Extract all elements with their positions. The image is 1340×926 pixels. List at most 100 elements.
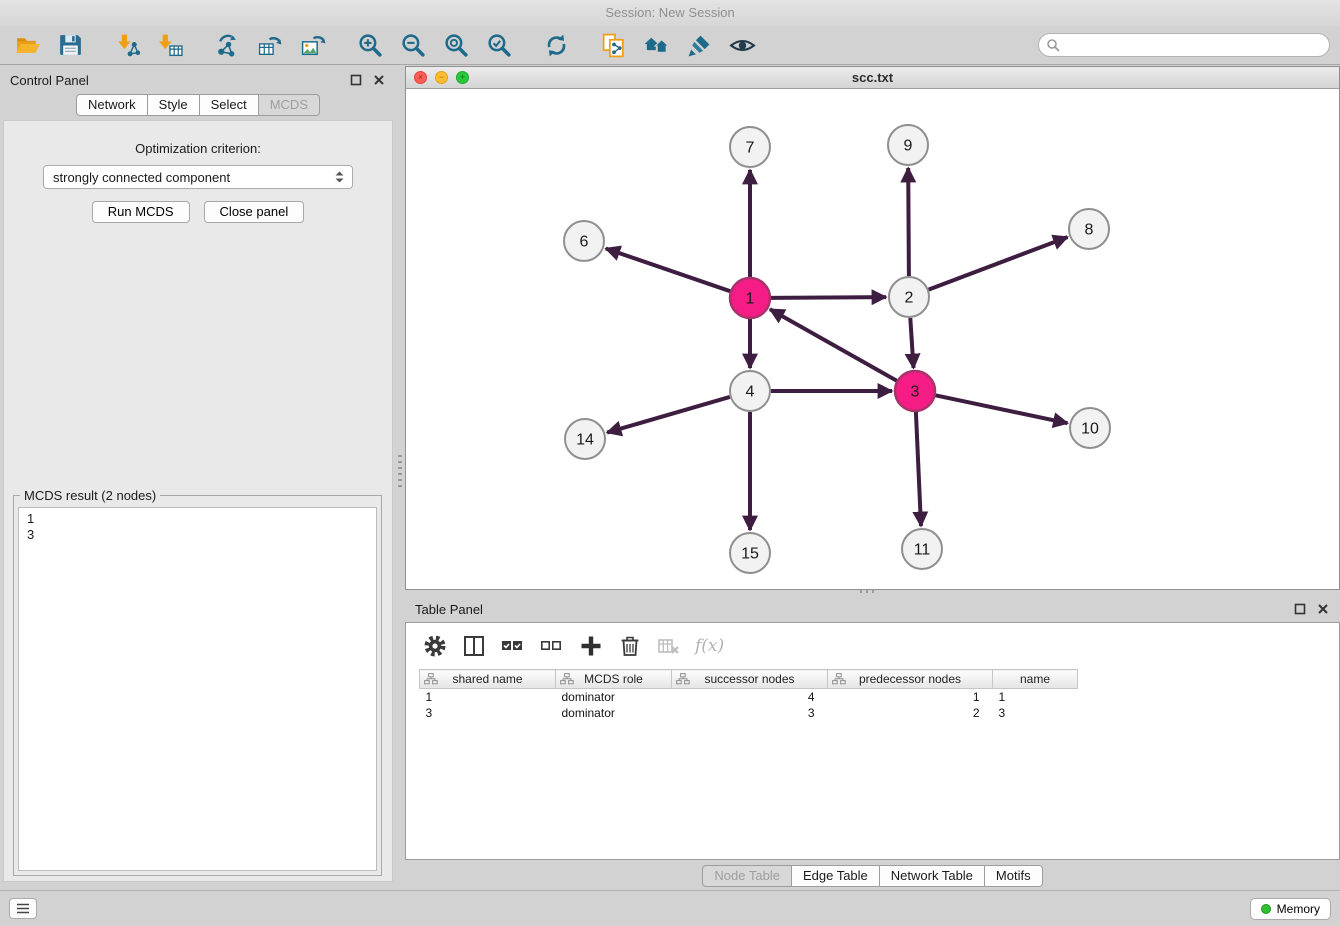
delete-column-button[interactable] bbox=[617, 633, 643, 659]
edge-4-14[interactable] bbox=[607, 397, 730, 433]
table-cell[interactable]: dominator bbox=[556, 689, 672, 705]
table-settings-button[interactable] bbox=[422, 633, 448, 659]
node-11[interactable]: 11 bbox=[902, 529, 942, 569]
edges-layer bbox=[606, 168, 1068, 530]
empty-checkboxes-icon bbox=[539, 633, 565, 659]
first-neighbors-button[interactable] bbox=[639, 29, 673, 61]
network-view-window: × − + scc.txt 7 9 6 8 1 2 4 3 14 10 15 11 bbox=[405, 66, 1340, 590]
export-image-button[interactable] bbox=[296, 29, 330, 61]
create-column-button[interactable] bbox=[578, 633, 604, 659]
zoom-in-button[interactable] bbox=[353, 29, 387, 61]
table-panel-body: f(x) shared name bbox=[405, 622, 1340, 860]
toolbar-search bbox=[1038, 33, 1330, 57]
edge-2-8[interactable] bbox=[929, 237, 1068, 290]
edge-3-11[interactable] bbox=[916, 412, 921, 526]
open-session-button[interactable] bbox=[10, 29, 44, 61]
float-table-panel-button[interactable] bbox=[1293, 602, 1307, 616]
node-10[interactable]: 10 bbox=[1070, 408, 1110, 448]
table-cell[interactable]: 1 bbox=[993, 689, 1078, 705]
column-header-name[interactable]: name bbox=[993, 670, 1078, 689]
table-cell[interactable]: 3 bbox=[993, 705, 1078, 721]
table-row[interactable]: 3 dominator 3 2 3 bbox=[420, 705, 1078, 721]
edge-3-10[interactable] bbox=[936, 395, 1068, 423]
table-cell[interactable]: 3 bbox=[420, 705, 556, 721]
network-canvas[interactable]: 7 9 6 8 1 2 4 3 14 10 15 11 bbox=[406, 89, 1339, 589]
node-1[interactable]: 1 bbox=[730, 278, 770, 318]
float-panel-button[interactable] bbox=[349, 73, 363, 87]
table-panel-tabs: Node Table Edge Table Network Table Moti… bbox=[405, 864, 1340, 888]
zoom-selected-button[interactable] bbox=[482, 29, 516, 61]
node-label-6: 6 bbox=[580, 234, 589, 251]
tab-network-table[interactable]: Network Table bbox=[880, 865, 985, 887]
close-panel-button[interactable] bbox=[372, 73, 386, 87]
mcds-result-groupbox: MCDS result (2 nodes) 1 3 bbox=[13, 495, 382, 876]
import-network-icon bbox=[114, 32, 141, 59]
optimization-criterion-select[interactable]: strongly connected component bbox=[43, 165, 353, 189]
new-network-from-selection-icon bbox=[600, 32, 627, 59]
edge-3-1[interactable] bbox=[770, 309, 897, 380]
horizontal-divider-handle[interactable] bbox=[860, 589, 878, 593]
network-window-titlebar: × − + scc.txt bbox=[406, 67, 1339, 89]
table-cell[interactable]: 2 bbox=[828, 705, 993, 721]
zoom-fit-button[interactable] bbox=[439, 29, 473, 61]
save-session-button[interactable] bbox=[53, 29, 87, 61]
mcds-result-list[interactable]: 1 3 bbox=[18, 507, 377, 871]
edge-1-6[interactable] bbox=[606, 249, 730, 292]
edge-2-9[interactable] bbox=[908, 168, 909, 276]
table-panel-title: Table Panel bbox=[415, 602, 483, 617]
table-cell[interactable]: dominator bbox=[556, 705, 672, 721]
tab-style[interactable]: Style bbox=[148, 94, 200, 116]
table-cell[interactable]: 4 bbox=[672, 689, 828, 705]
node-9[interactable]: 9 bbox=[888, 125, 928, 165]
status-console-button[interactable] bbox=[9, 898, 37, 919]
export-table-button[interactable] bbox=[253, 29, 287, 61]
export-network-button[interactable] bbox=[210, 29, 244, 61]
node-8[interactable]: 8 bbox=[1069, 209, 1109, 249]
select-all-columns-button[interactable] bbox=[500, 633, 526, 659]
show-columns-button[interactable] bbox=[461, 633, 487, 659]
edge-1-2[interactable] bbox=[771, 297, 886, 298]
memory-button[interactable]: Memory bbox=[1250, 898, 1331, 920]
refresh-view-button[interactable] bbox=[539, 29, 573, 61]
table-cell[interactable]: 3 bbox=[672, 705, 828, 721]
panel-divider-handle[interactable] bbox=[398, 455, 402, 489]
column-header-successor-nodes[interactable]: successor nodes bbox=[672, 670, 828, 689]
zoom-out-button[interactable] bbox=[396, 29, 430, 61]
column-header-shared-name[interactable]: shared name bbox=[420, 670, 556, 689]
tab-network[interactable]: Network bbox=[76, 94, 148, 116]
tab-motifs[interactable]: Motifs bbox=[985, 865, 1043, 887]
node-15[interactable]: 15 bbox=[730, 533, 770, 573]
table-row[interactable]: 1 dominator 4 1 1 bbox=[420, 689, 1078, 705]
tab-node-table[interactable]: Node Table bbox=[702, 865, 792, 887]
node-3[interactable]: 3 bbox=[895, 371, 935, 411]
node-2[interactable]: 2 bbox=[889, 277, 929, 317]
tab-mcds[interactable]: MCDS bbox=[259, 94, 320, 116]
close-table-panel-button[interactable] bbox=[1316, 602, 1330, 616]
edge-2-3[interactable] bbox=[910, 318, 913, 368]
node-14[interactable]: 14 bbox=[565, 419, 605, 459]
table-cell[interactable]: 1 bbox=[420, 689, 556, 705]
import-table-button[interactable] bbox=[153, 29, 187, 61]
network-from-selection-button[interactable] bbox=[596, 29, 630, 61]
table-cell[interactable]: 1 bbox=[828, 689, 993, 705]
column-header-predecessor-nodes[interactable]: predecessor nodes bbox=[828, 670, 993, 689]
run-mcds-button[interactable]: Run MCDS bbox=[92, 201, 190, 223]
maximize-window-button[interactable]: + bbox=[456, 71, 469, 84]
import-network-button[interactable] bbox=[110, 29, 144, 61]
node-label-15: 15 bbox=[741, 546, 759, 563]
node-4[interactable]: 4 bbox=[730, 371, 770, 411]
close-window-button[interactable]: × bbox=[414, 71, 427, 84]
node-6[interactable]: 6 bbox=[564, 221, 604, 261]
tab-select[interactable]: Select bbox=[200, 94, 259, 116]
tab-edge-table[interactable]: Edge Table bbox=[792, 865, 880, 887]
search-input[interactable] bbox=[1038, 33, 1330, 57]
graphics-details-button[interactable] bbox=[682, 29, 716, 61]
unselect-all-columns-button[interactable] bbox=[539, 633, 565, 659]
network-graph: 7 9 6 8 1 2 4 3 14 10 15 11 bbox=[406, 89, 1339, 589]
show-hide-button[interactable] bbox=[725, 29, 759, 61]
export-network-icon bbox=[214, 32, 241, 59]
minimize-window-button[interactable]: − bbox=[435, 71, 448, 84]
node-7[interactable]: 7 bbox=[730, 127, 770, 167]
column-header-mcds-role[interactable]: MCDS role bbox=[556, 670, 672, 689]
close-panel-action-button[interactable]: Close panel bbox=[204, 201, 305, 223]
